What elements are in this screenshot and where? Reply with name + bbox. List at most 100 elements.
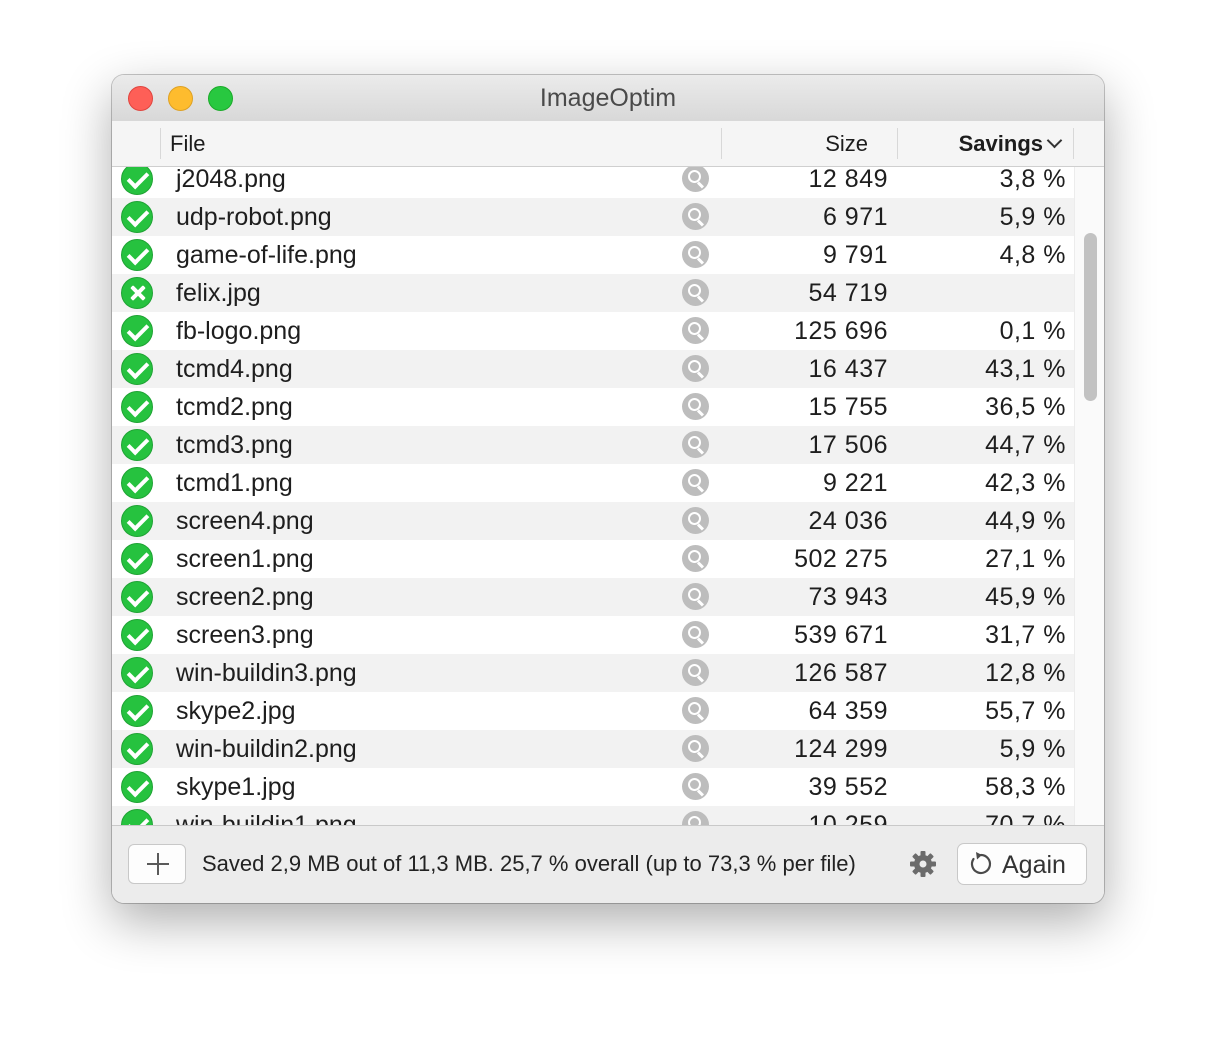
table-row[interactable]: win-buildin2.png 124 299 5,9 % — [112, 730, 1074, 768]
file-name: fb-logo.png — [176, 317, 302, 345]
file-savings: 4,8 % — [999, 241, 1066, 269]
vertical-scrollbar[interactable] — [1074, 167, 1104, 826]
column-separator[interactable] — [721, 128, 722, 159]
file-list[interactable]: j2048.png 12 849 3,8 % udp-robot.png 6 971 5,… — [112, 167, 1074, 826]
file-name: skype1.jpg — [176, 773, 296, 801]
table-row[interactable]: felix.jpg 54 719 — [112, 274, 1074, 312]
table-row[interactable]: screen4.png 24 036 44,9 % — [112, 502, 1074, 540]
table-row[interactable]: tcmd2.png 15 755 36,5 % — [112, 388, 1074, 426]
table-row[interactable]: tcmd1.png 9 221 42,3 % — [112, 464, 1074, 502]
magnifier-icon[interactable] — [682, 431, 709, 458]
add-files-button[interactable] — [128, 844, 186, 884]
file-size: 6 971 — [822, 203, 888, 231]
checkmark-circle-icon — [121, 619, 153, 651]
file-name: screen3.png — [176, 621, 314, 649]
file-name: tcmd3.png — [176, 431, 293, 459]
magnifier-icon[interactable] — [682, 167, 709, 192]
title-bar[interactable]: ImageOptim — [112, 75, 1104, 122]
magnifier-icon[interactable] — [682, 659, 709, 686]
checkmark-circle-icon — [121, 695, 153, 727]
table-row[interactable]: tcmd4.png 16 437 43,1 % — [112, 350, 1074, 388]
file-size: 54 719 — [808, 279, 888, 307]
file-size: 24 036 — [808, 507, 888, 535]
file-size: 9 791 — [822, 241, 888, 269]
table-row[interactable]: game-of-life.png 9 791 4,8 % — [112, 236, 1074, 274]
table-row[interactable]: screen2.png 73 943 45,9 % — [112, 578, 1074, 616]
table-row[interactable]: tcmd3.png 17 506 44,7 % — [112, 426, 1074, 464]
checkmark-circle-icon — [121, 353, 153, 385]
file-savings: 44,9 % — [985, 507, 1066, 535]
magnifier-icon[interactable] — [682, 811, 709, 826]
gear-icon[interactable] — [909, 850, 937, 878]
column-header-file[interactable]: File — [170, 121, 205, 166]
column-separator — [1073, 128, 1074, 159]
file-name: tcmd2.png — [176, 393, 293, 421]
magnifier-icon[interactable] — [682, 279, 709, 306]
table-row[interactable]: screen1.png 502 275 27,1 % — [112, 540, 1074, 578]
file-savings: 3,8 % — [999, 167, 1066, 193]
x-circle-icon — [121, 277, 153, 309]
magnifier-icon[interactable] — [682, 545, 709, 572]
file-savings: 36,5 % — [985, 393, 1066, 421]
magnifier-icon[interactable] — [682, 697, 709, 724]
column-header-savings-label: Savings — [958, 131, 1043, 156]
checkmark-circle-icon — [121, 315, 153, 347]
checkmark-circle-icon — [121, 809, 153, 826]
table-row[interactable]: j2048.png 12 849 3,8 % — [112, 167, 1074, 198]
file-size: 124 299 — [794, 735, 888, 763]
imageoptim-window: ImageOptim File Size Savings j2048.png 12… — [112, 75, 1104, 903]
column-header-savings[interactable]: Savings — [958, 121, 1063, 166]
again-button-label: Again — [1002, 851, 1066, 879]
footer-bar: Saved 2,9 MB out of 11,3 MB. 25,7 % over… — [112, 825, 1104, 903]
table-row[interactable]: screen3.png 539 671 31,7 % — [112, 616, 1074, 654]
chevron-down-icon — [1046, 132, 1063, 149]
checkmark-circle-icon — [121, 467, 153, 499]
magnifier-icon[interactable] — [682, 621, 709, 648]
file-size: 17 506 — [808, 431, 888, 459]
file-savings: 5,9 % — [999, 735, 1066, 763]
file-size: 73 943 — [808, 583, 888, 611]
magnifier-icon[interactable] — [682, 393, 709, 420]
table-row[interactable]: win-buildin1.png 10 259 70,7 % — [112, 806, 1074, 826]
checkmark-circle-icon — [121, 391, 153, 423]
file-size: 539 671 — [794, 621, 888, 649]
table-row[interactable]: skype2.jpg 64 359 55,7 % — [112, 692, 1074, 730]
file-size: 39 552 — [808, 773, 888, 801]
magnifier-icon[interactable] — [682, 241, 709, 268]
file-size: 9 221 — [822, 469, 888, 497]
file-savings: 42,3 % — [985, 469, 1066, 497]
checkmark-circle-icon — [121, 167, 153, 195]
refresh-icon — [970, 852, 992, 875]
magnifier-icon[interactable] — [682, 203, 709, 230]
file-name: win-buildin2.png — [176, 735, 357, 763]
file-size: 125 696 — [794, 317, 888, 345]
checkmark-circle-icon — [121, 201, 153, 233]
magnifier-icon[interactable] — [682, 355, 709, 382]
again-button[interactable]: Again — [957, 843, 1087, 885]
column-separator — [160, 128, 161, 159]
file-name: j2048.png — [176, 167, 286, 193]
checkmark-circle-icon — [121, 657, 153, 689]
file-savings: 5,9 % — [999, 203, 1066, 231]
magnifier-icon[interactable] — [682, 507, 709, 534]
table-row[interactable]: win-buildin3.png 126 587 12,8 % — [112, 654, 1074, 692]
magnifier-icon[interactable] — [682, 317, 709, 344]
checkmark-circle-icon — [121, 771, 153, 803]
window-title: ImageOptim — [539, 84, 677, 112]
magnifier-icon[interactable] — [682, 583, 709, 610]
file-name: tcmd1.png — [176, 469, 293, 497]
file-name: skype2.jpg — [176, 697, 296, 725]
magnifier-icon[interactable] — [682, 469, 709, 496]
table-row[interactable]: udp-robot.png 6 971 5,9 % — [112, 198, 1074, 236]
column-header-size[interactable]: Size — [825, 121, 868, 166]
file-savings: 43,1 % — [985, 355, 1066, 383]
table-row[interactable]: fb-logo.png 125 696 0,1 % — [112, 312, 1074, 350]
magnifier-icon[interactable] — [682, 735, 709, 762]
column-separator[interactable] — [897, 128, 898, 159]
scrollbar-thumb[interactable] — [1084, 233, 1097, 401]
file-name: tcmd4.png — [176, 355, 293, 383]
checkmark-circle-icon — [121, 429, 153, 461]
magnifier-icon[interactable] — [682, 773, 709, 800]
file-size: 16 437 — [808, 355, 888, 383]
table-row[interactable]: skype1.jpg 39 552 58,3 % — [112, 768, 1074, 806]
